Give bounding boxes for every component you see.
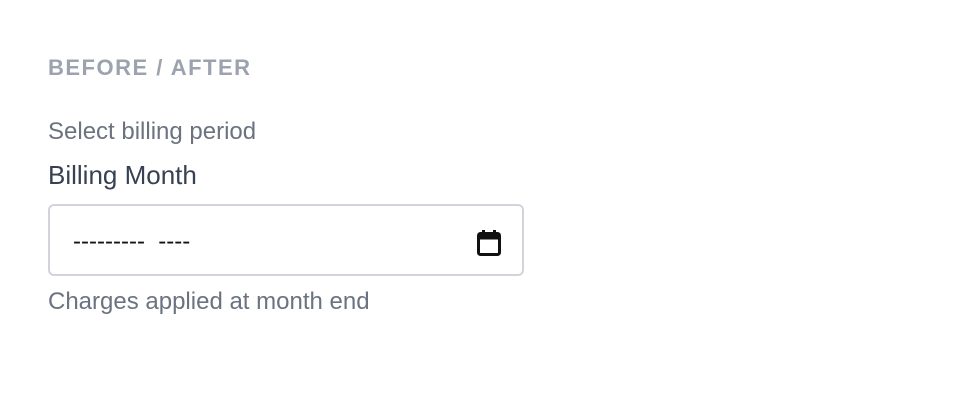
section-heading: BEFORE / AFTER — [48, 55, 252, 80]
calendar-icon[interactable] — [477, 230, 501, 256]
billing-month-value[interactable]: --------- ---- — [73, 228, 190, 256]
field-helper-text: Select billing period — [48, 118, 257, 145]
billing-month-label: Billing Month — [48, 160, 197, 190]
field-hint: Charges applied at month end — [48, 288, 370, 315]
billing-month-input[interactable]: --------- ---- — [48, 204, 524, 276]
